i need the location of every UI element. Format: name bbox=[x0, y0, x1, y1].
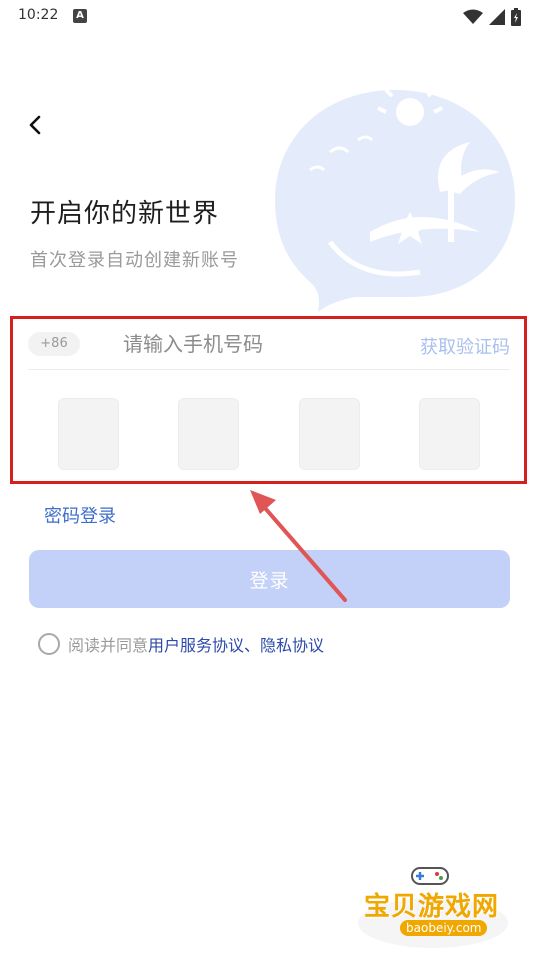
whale-illustration bbox=[275, 82, 515, 312]
privacy-policy-link[interactable]: 隐私协议 bbox=[260, 632, 324, 656]
status-time: 10:22 bbox=[18, 7, 59, 23]
signal-icon bbox=[489, 9, 505, 25]
wifi-icon bbox=[463, 9, 483, 24]
gamepad-icon bbox=[411, 867, 449, 885]
annotation-highlight-box bbox=[10, 316, 527, 484]
user-agreement-link[interactable]: 用户服务协议 bbox=[148, 632, 244, 656]
annotation-arrow bbox=[250, 490, 347, 602]
chevron-left-icon bbox=[29, 115, 41, 135]
back-button[interactable] bbox=[18, 108, 52, 142]
a-icon: A bbox=[73, 9, 87, 23]
status-icons bbox=[463, 7, 521, 27]
password-login-link[interactable]: 密码登录 bbox=[44, 502, 116, 528]
agreement-prefix: 阅读并同意 bbox=[68, 636, 149, 655]
page-title: 开启你的新世界 bbox=[30, 199, 220, 229]
login-screen: 10:22 A 开启你的新世界 首次登录自动创建新账号 +86 请输入手机号码 … bbox=[0, 0, 537, 956]
page-subtitle: 首次登录自动创建新账号 bbox=[30, 250, 239, 271]
site-watermark-logo: 宝贝游戏网 baobeiy.com bbox=[358, 862, 508, 952]
agreement-row: 阅读并同意 用户服务协议 、 隐私协议 bbox=[38, 632, 324, 656]
agreement-checkbox[interactable] bbox=[38, 633, 60, 655]
agreement-separator: 、 bbox=[244, 636, 261, 655]
logo-url: baobeiy.com bbox=[400, 920, 488, 936]
logo-title: 宝贝游戏网 bbox=[364, 892, 500, 922]
status-bar: 10:22 A bbox=[0, 0, 537, 34]
battery-icon bbox=[511, 8, 521, 26]
